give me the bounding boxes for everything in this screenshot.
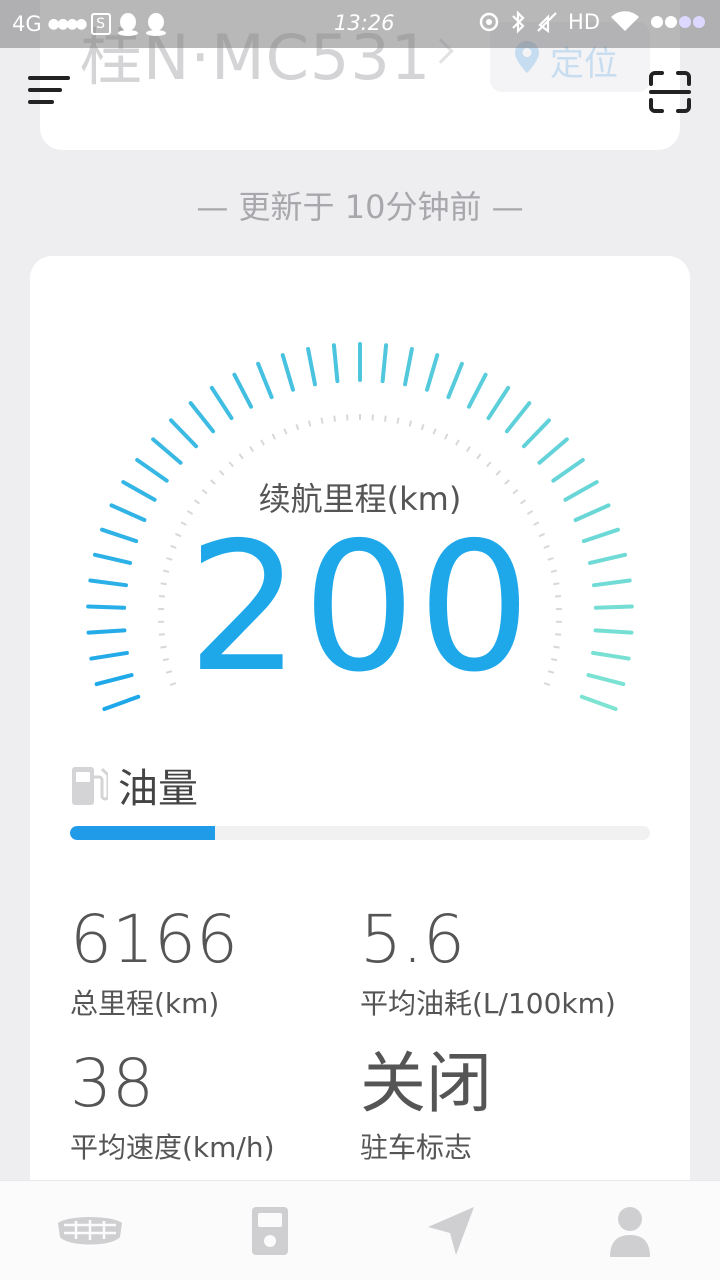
fuel-pump-icon xyxy=(72,767,108,805)
gauge-tick xyxy=(446,361,464,400)
mute-icon xyxy=(537,12,557,33)
gauge-minor-tick xyxy=(455,439,460,446)
gauge-tick xyxy=(579,694,618,712)
gauge-minor-tick xyxy=(333,415,336,422)
vehicle-status-card: 续航里程(km) 200 油量 6166 总里程(km) 5.6 平均油耗(L/… xyxy=(30,256,690,1216)
status-bar: 4G ●●●● S 13:26 HD xyxy=(0,0,720,48)
gauge-minor-tick xyxy=(465,446,471,453)
menu-icon[interactable] xyxy=(28,76,72,108)
gauge-minor-tick xyxy=(295,423,300,431)
gauge-tick xyxy=(169,418,199,449)
stat-value: 6166 xyxy=(70,901,238,978)
qq-icon xyxy=(117,13,138,36)
last-updated-text: — 更新于 10分钟前 — xyxy=(196,188,524,226)
app-screen: 桂N·MC531 定位 4G ●●●● S 13:26 HD — 更新于 10分… xyxy=(0,0,720,1280)
qq-icon xyxy=(145,13,166,36)
network-type: 4G xyxy=(12,12,42,36)
gauge-tick xyxy=(256,361,274,400)
gauge-tick xyxy=(466,372,488,409)
navigation-arrow-icon[interactable] xyxy=(412,1203,492,1259)
fuel-level-fill xyxy=(70,826,215,840)
gauge-minor-tick xyxy=(228,461,234,468)
signal-dots-icon: ●●●● xyxy=(47,16,88,32)
gauge-tick xyxy=(280,353,295,392)
gauge-tick xyxy=(209,385,234,421)
gauge-minor-tick xyxy=(420,423,425,431)
fuel-header: 油量 xyxy=(70,756,198,814)
gauge-tick xyxy=(403,346,414,387)
gauge-tick xyxy=(380,343,389,384)
gauge-minor-tick xyxy=(384,415,387,422)
gauge-minor-tick xyxy=(432,428,437,435)
battery-icon xyxy=(651,16,705,28)
gauge-minor-tick xyxy=(320,417,324,424)
gauge-minor-tick xyxy=(476,453,482,460)
nfc-icon xyxy=(479,12,499,32)
car-brand-icon[interactable] xyxy=(50,1203,130,1259)
gauge-tick xyxy=(486,385,511,421)
stat-parking-light: 关闭 驻车标志 xyxy=(360,1048,492,1166)
range-value: 200 xyxy=(187,504,533,711)
gauge-tick xyxy=(331,343,340,384)
stat-avg-fuel-consumption: 5.6 平均油耗(L/100km) xyxy=(360,904,616,1022)
gauge-minor-tick xyxy=(283,428,288,435)
fuel-level-bar xyxy=(70,826,650,840)
gauge-tick xyxy=(537,437,569,465)
bottom-navigation xyxy=(0,1180,720,1280)
gauge-tick xyxy=(151,437,183,465)
gauge-minor-tick xyxy=(260,439,265,446)
fuel-label: 油量 xyxy=(118,766,198,812)
stat-label: 总里程(km) xyxy=(70,987,220,1020)
gauge-tick xyxy=(425,353,440,392)
gauge-tick xyxy=(521,418,551,449)
gauge-minor-tick xyxy=(408,420,413,427)
stat-label: 驻车标志 xyxy=(360,1131,473,1164)
gauge-minor-tick xyxy=(238,453,244,460)
user-profile-icon[interactable] xyxy=(590,1203,670,1259)
gauge-minor-tick xyxy=(443,433,449,440)
stat-value: 关闭 xyxy=(360,1045,492,1122)
app-notification-icon: S xyxy=(90,13,111,35)
gauge-minor-tick xyxy=(271,433,277,440)
gauge-minor-tick xyxy=(396,417,400,424)
hd-label: HD xyxy=(568,10,600,34)
gauge-minor-tick xyxy=(307,420,312,427)
stat-label: 平均速度(km/h) xyxy=(70,1131,275,1164)
stat-value: 38 xyxy=(70,1045,154,1122)
stat-avg-speed: 38 平均速度(km/h) xyxy=(70,1048,275,1166)
gauge-tick xyxy=(188,401,216,434)
gauge-minor-tick xyxy=(486,461,492,468)
wifi-icon xyxy=(611,11,639,31)
gauge-minor-tick xyxy=(249,446,255,453)
remote-key-icon[interactable] xyxy=(230,1203,310,1259)
scan-icon[interactable] xyxy=(648,70,692,114)
stat-value: 5.6 xyxy=(360,901,465,978)
clock: 13:26 xyxy=(334,11,395,35)
stat-label: 平均油耗(L/100km) xyxy=(360,987,616,1020)
bluetooth-icon xyxy=(512,10,525,34)
gauge-tick xyxy=(504,401,532,434)
stat-total-mileage: 6166 总里程(km) xyxy=(70,904,238,1022)
gauge-tick xyxy=(306,346,317,387)
gauge-tick xyxy=(102,694,141,712)
gauge-tick xyxy=(232,372,254,409)
